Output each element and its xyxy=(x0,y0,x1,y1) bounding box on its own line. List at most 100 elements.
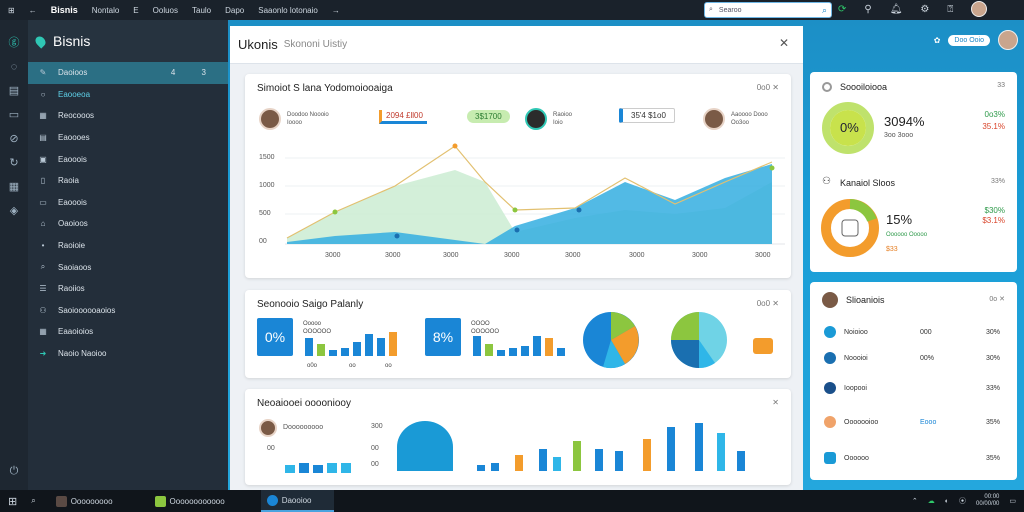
link-icon[interactable]: ⊘ xyxy=(9,132,18,145)
wifi-icon[interactable]: ⦿ xyxy=(959,496,966,506)
bar[interactable] xyxy=(491,463,499,471)
bar[interactable] xyxy=(695,423,703,471)
notification-icon[interactable]: 🔔︎ xyxy=(890,4,903,15)
sidebar-item-12[interactable]: ⚇ Saoioooooaoios xyxy=(28,300,228,322)
sidebar-brand[interactable]: Bisnis xyxy=(28,20,228,62)
bar[interactable] xyxy=(327,463,337,473)
network-icon[interactable]: ☁ xyxy=(928,497,935,505)
back-arrow-icon[interactable]: ← xyxy=(29,6,37,15)
taskbar-search-icon[interactable]: ⌕ xyxy=(31,496,35,506)
bar[interactable] xyxy=(521,346,529,356)
person-2[interactable]: Raoioo Ioio xyxy=(525,108,572,130)
bar[interactable] xyxy=(485,344,493,356)
bar[interactable] xyxy=(305,338,313,356)
home-icon[interactable]: ⓖ xyxy=(9,34,20,50)
bar[interactable] xyxy=(365,334,373,356)
app-menu-icon[interactable]: ⊞ xyxy=(8,6,15,15)
sidebar-item-8[interactable]: ⌂ Oaoioos xyxy=(28,213,228,235)
bar[interactable] xyxy=(557,348,565,356)
list-item[interactable]: Oooooo 35% xyxy=(824,452,1004,464)
data-point[interactable] xyxy=(394,233,400,239)
bar[interactable] xyxy=(737,451,745,471)
header-pill[interactable]: Doo Ooio xyxy=(948,34,990,46)
volume-icon[interactable]: ◐ xyxy=(945,498,949,505)
sidebar-item-5[interactable]: ▣ Eaooois xyxy=(28,148,228,170)
sidebar-item-10[interactable]: ⌕ Saoiaoos xyxy=(28,256,228,278)
top-logo[interactable]: Bisnis xyxy=(51,5,78,15)
data-point[interactable] xyxy=(452,143,458,149)
menu-item-3[interactable]: Ooluos xyxy=(153,6,178,15)
donut-chart-orange[interactable] xyxy=(820,198,880,258)
list-card-close[interactable]: 0o ✕ xyxy=(989,295,1005,303)
bar[interactable] xyxy=(573,441,581,471)
data-point[interactable] xyxy=(514,227,520,233)
bar[interactable] xyxy=(341,348,349,356)
refresh-icon[interactable]: ⟳ xyxy=(838,4,846,15)
activity-card-close[interactable]: ✕ xyxy=(772,398,779,407)
person-1[interactable]: Doodoo Noooio Ioooo xyxy=(259,108,329,130)
data-point[interactable] xyxy=(576,207,582,213)
bar[interactable] xyxy=(545,338,553,356)
chart-icon[interactable]: ▤ xyxy=(9,84,19,97)
bar[interactable] xyxy=(539,449,547,471)
bar[interactable] xyxy=(477,465,485,471)
bar[interactable] xyxy=(353,342,361,356)
data-point[interactable] xyxy=(512,207,518,213)
data-point[interactable] xyxy=(332,209,338,215)
bar[interactable] xyxy=(473,336,481,356)
close-icon[interactable]: ✕ xyxy=(779,36,789,50)
menu-item-6[interactable]: Saaonlo lotonaio xyxy=(258,6,318,15)
sidebar-item-2[interactable]: ○ Eaooeoa xyxy=(28,84,228,106)
taskbar-item-2[interactable]: Oooooooooooo xyxy=(149,490,247,512)
settings-small-icon[interactable]: ✿ xyxy=(934,36,941,45)
menu-item-5[interactable]: Dapo xyxy=(225,6,244,15)
sidebar-item-11[interactable]: ☰ Raoiios xyxy=(28,278,228,300)
bar[interactable] xyxy=(317,344,325,356)
activity-person[interactable]: Dooooooooo xyxy=(259,419,323,437)
bar[interactable] xyxy=(717,433,725,471)
list-item[interactable]: Noooioi 00% 30% xyxy=(824,352,1004,364)
bar[interactable] xyxy=(615,451,623,471)
bar[interactable] xyxy=(329,350,337,356)
bar[interactable] xyxy=(595,449,603,471)
data-point[interactable] xyxy=(769,165,775,171)
menu-item-1[interactable]: Nontalo xyxy=(92,6,120,15)
bar[interactable] xyxy=(553,457,561,471)
bar[interactable] xyxy=(377,338,385,356)
kpi-tile-1[interactable]: 0% xyxy=(257,318,293,356)
person-3[interactable]: Aaoooo Dooo Oo3oo xyxy=(703,108,768,130)
dome-shape[interactable] xyxy=(397,421,453,471)
bar[interactable] xyxy=(509,348,517,356)
bar[interactable] xyxy=(299,463,309,473)
inbox-icon[interactable]: ▭ xyxy=(9,108,19,121)
trend-card-menu[interactable]: 0o0 ✕ xyxy=(757,83,779,92)
notification-center-icon[interactable]: ▭ xyxy=(1009,497,1016,505)
menu-more-icon[interactable]: → xyxy=(332,6,340,15)
sidebar-item-9[interactable]: • Raoioie xyxy=(28,235,228,257)
pin-icon[interactable]: ⚲ xyxy=(864,4,871,15)
power-icon[interactable]: ⏻ xyxy=(10,465,19,478)
menu-item-2[interactable]: E xyxy=(133,6,138,15)
sidebar-item-14[interactable]: ➜ Naoio Naoioo xyxy=(28,343,228,365)
balance-card-menu[interactable]: 0o0 ✕ xyxy=(757,299,779,308)
share-icon[interactable]: ↻ xyxy=(9,156,18,169)
sidebar-item-dashboard[interactable]: ✎ Daoioos 4 3 xyxy=(28,62,228,84)
bar[interactable] xyxy=(667,427,675,471)
profile-avatar[interactable] xyxy=(998,30,1018,50)
doc-icon[interactable]: ▦ xyxy=(9,180,19,193)
clock[interactable]: 00:00 00/00/00 xyxy=(976,494,999,508)
bar[interactable] xyxy=(285,465,295,473)
pie-chart-2[interactable] xyxy=(669,310,729,370)
taskbar-item-1[interactable]: Ooooooooo xyxy=(50,490,135,512)
list-item[interactable]: Noioioo 000 30% xyxy=(824,326,1004,338)
search-input[interactable]: ⌕ Searoo ⌕ xyxy=(704,2,832,18)
help-icon[interactable]: ⍰ xyxy=(947,4,953,15)
bar[interactable] xyxy=(389,332,397,356)
sidebar-item-4[interactable]: ▤ Eaoooes xyxy=(28,127,228,149)
bar[interactable] xyxy=(497,350,505,356)
bar[interactable] xyxy=(643,439,651,471)
bar[interactable] xyxy=(515,455,523,471)
bar[interactable] xyxy=(313,465,323,473)
taskbar-item-3[interactable]: Daooioo xyxy=(260,490,334,512)
list-item[interactable]: Ioopooi 33% xyxy=(824,382,1004,394)
